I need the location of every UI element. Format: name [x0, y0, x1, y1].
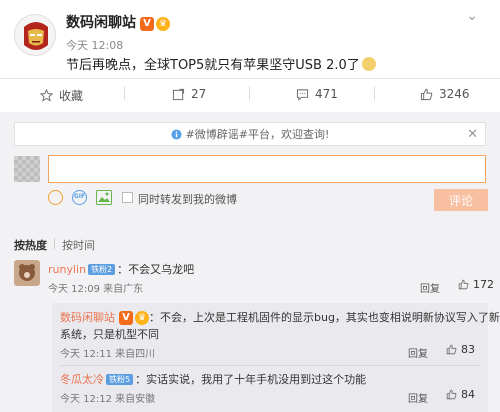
- thumbs-up-icon: [420, 88, 433, 100]
- reply-button[interactable]: 回复: [420, 280, 440, 295]
- submit-comment-button[interactable]: 评论: [434, 189, 488, 211]
- divider: [60, 365, 480, 366]
- like-button[interactable]: 3246: [420, 87, 470, 101]
- collect-label: 收藏: [59, 89, 84, 103]
- sub-reply-username[interactable]: 冬瓜太冷: [60, 373, 104, 386]
- repost-checkbox[interactable]: [122, 192, 133, 203]
- post-time[interactable]: 今天 12:08: [66, 37, 123, 53]
- rumor-notice-banner[interactable]: #微博辟谣#平台，欢迎查询!: [14, 122, 486, 146]
- comment-body: ：不会又乌龙吧: [117, 263, 195, 276]
- comment-like-button[interactable]: 84: [446, 388, 475, 401]
- post-author-name: 数码闲聊站: [66, 15, 136, 31]
- sub-reply-username[interactable]: 数码闲聊站: [60, 311, 115, 324]
- member-crown-icon: ♛: [135, 311, 149, 325]
- post-text-content: 节后再晚点，全球TOP5就只有苹果坚守USB 2.0了: [66, 58, 360, 73]
- repost-icon: [172, 88, 185, 100]
- comment-like-button[interactable]: 172: [458, 278, 494, 291]
- comment-button[interactable]: 471: [296, 87, 338, 101]
- comment-like-count: 83: [461, 343, 475, 356]
- comment-username[interactable]: runylin: [48, 263, 86, 276]
- avatar-image: [14, 260, 40, 286]
- sub-reply-text-cont: 系统，只是机型不同: [60, 328, 159, 341]
- author-avatar[interactable]: [14, 14, 56, 56]
- info-icon: [171, 128, 182, 140]
- post-author[interactable]: 数码闲聊站 V ♛: [66, 12, 170, 32]
- post-text: 节后再晚点，全球TOP5就只有苹果坚守USB 2.0了: [66, 54, 376, 73]
- comment-meta: 今天 12:09 来自广东: [48, 284, 144, 295]
- sort-by-time[interactable]: 按时间: [62, 237, 95, 253]
- sort-by-hot[interactable]: 按热度: [14, 237, 47, 253]
- sub-reply-text: 冬瓜太冷 铁粉5 ：实话实说，我用了十年手机没用到过这个功能: [60, 371, 366, 387]
- emoji-icon[interactable]: [48, 190, 63, 205]
- thumbs-up-icon: [446, 344, 457, 355]
- member-crown-icon: ♛: [156, 17, 170, 31]
- repost-checkbox-label: 同时转发到我的微博: [138, 193, 237, 206]
- comment-text: runylin 铁粉2 ：不会又乌龙吧: [48, 261, 194, 277]
- star-icon: [40, 89, 53, 102]
- comment-count: 471: [315, 87, 338, 101]
- verified-v-icon: V: [140, 17, 154, 31]
- divider: [374, 86, 375, 100]
- my-avatar: [14, 156, 40, 182]
- comment-like-count: 172: [473, 278, 494, 291]
- sub-reply-meta: 今天 12:12 来自安徽: [60, 394, 156, 405]
- avatar-image: [15, 15, 55, 55]
- sub-reply-text: 数码闲聊站 V ♛ ：不会，上次是工程机固件的显示bug，其实也变相说明新协议写入了新: [60, 309, 500, 325]
- divider: [54, 238, 55, 249]
- fan-level-badge: 铁粉5: [106, 374, 134, 385]
- reply-button[interactable]: 回复: [408, 390, 428, 405]
- collect-button[interactable]: 收藏: [40, 87, 83, 104]
- divider: [124, 86, 125, 100]
- verified-v-icon: V: [119, 311, 133, 325]
- commenter-avatar[interactable]: [14, 260, 40, 286]
- repost-button[interactable]: 27: [172, 87, 206, 101]
- chevron-down-icon[interactable]: ⌄: [466, 8, 478, 24]
- gif-icon[interactable]: GIF: [72, 190, 87, 205]
- divider: [0, 78, 500, 79]
- repost-count: 27: [191, 87, 207, 101]
- doge-emoji-icon: [361, 57, 376, 71]
- comment-input[interactable]: [48, 155, 486, 183]
- sub-reply-meta: 今天 12:11 来自四川: [60, 349, 156, 360]
- image-icon[interactable]: [96, 190, 112, 205]
- comment-like-button[interactable]: 83: [446, 343, 475, 356]
- thumbs-up-icon: [458, 279, 469, 290]
- close-icon[interactable]: ✕: [467, 127, 478, 142]
- sub-reply-body: ：不会，上次是工程机固件的显示bug，其实也变相说明新协议写入了新: [149, 311, 500, 324]
- thumbs-up-icon: [446, 389, 457, 400]
- fan-level-badge: 铁粉2: [88, 264, 116, 275]
- notice-text: #微博辟谣#平台，欢迎查询!: [185, 128, 330, 141]
- divider: [249, 86, 250, 100]
- sub-reply-body: ：实话实说，我用了十年手机没用到过这个功能: [135, 373, 367, 386]
- comment-icon: [296, 88, 309, 101]
- like-count: 3246: [439, 87, 470, 101]
- comment-like-count: 84: [461, 388, 475, 401]
- reply-button[interactable]: 回复: [408, 345, 428, 360]
